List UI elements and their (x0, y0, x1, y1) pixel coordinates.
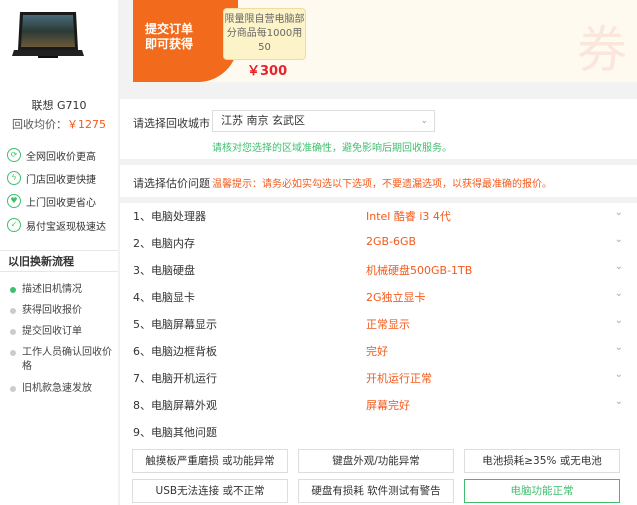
chevron-down-icon: ⌄ (614, 234, 623, 245)
question-row[interactable]: 1、电脑处理器 Intel 酷睿 i3 4代 ⌄ (133, 205, 623, 225)
option-touchpad[interactable]: 触摸板严重磨损 或功能异常 (132, 449, 288, 473)
option-normal[interactable]: 电脑功能正常 (464, 479, 620, 503)
question-row: 9、电脑其他问题 (133, 421, 623, 441)
process-step: 旧机款急速发放 (10, 382, 114, 396)
question-label: 3、电脑硬盘 (133, 264, 195, 277)
divider (120, 197, 637, 203)
laptop-image (12, 12, 84, 58)
banner-line2: 即可获得 (145, 37, 194, 51)
city-note: 请核对您选择的区域准确性，避免影响后期回收服务。 (212, 143, 452, 154)
banner-text: 提交订单 即可获得 (145, 22, 193, 52)
process-step: 描述旧机情况 (10, 283, 114, 297)
question-row[interactable]: 4、电脑显卡 2G独立显卡 ⌄ (133, 286, 623, 306)
step-dot (10, 287, 16, 293)
step-dot (10, 386, 16, 392)
check-icon: ✓ (7, 218, 21, 232)
city-label: 请选择回收城市 (133, 117, 210, 130)
question-label: 9、电脑其他问题 (133, 426, 217, 439)
feature-item: ϟ 门店回收更快捷 (7, 169, 96, 187)
process-step: 提交回收订单 (10, 325, 114, 339)
step-label: 获得回收报价 (22, 305, 82, 316)
step-label: 工作人员确认回收价格 (22, 347, 112, 372)
recycle-form: 请选择回收城市 江苏 南京 玄武区 ⌄ 请核对您选择的区域准确性，避免影响后期回… (120, 99, 637, 505)
sidebar: 联想 G710 回收均价：￥1275 ⟳ 全网回收价更高 ϟ 门店回收更快捷 ♥ 上门… (0, 0, 118, 505)
banner-line1: 提交订单 (145, 22, 194, 36)
question-row[interactable]: 3、电脑硬盘 机械硬盘500GB-1TB ⌄ (133, 259, 623, 279)
question-label: 2、电脑内存 (133, 237, 195, 250)
coupon-amount: ￥300 (247, 64, 288, 79)
option-keyboard[interactable]: 键盘外观/功能异常 (298, 449, 454, 473)
coupon-watermark: 券 (577, 21, 627, 79)
chevron-down-icon: ⌄ (420, 116, 428, 126)
chevron-down-icon: ⌄ (614, 261, 623, 272)
city-select[interactable]: 江苏 南京 玄武区 ⌄ (212, 110, 435, 132)
question-answer: 2G独立显卡 (366, 291, 426, 304)
coupon-card: 限量限自营电脑部分商品每1000用50 (223, 8, 306, 60)
question-row[interactable]: 8、电脑屏幕外观 屏幕完好 ⌄ (133, 394, 623, 414)
question-label: 8、电脑屏幕外观 (133, 399, 217, 412)
chevron-down-icon: ⌄ (614, 369, 623, 380)
question-label: 4、电脑显卡 (133, 291, 195, 304)
feature-label: 易付宝返现极速达 (26, 221, 106, 233)
question-answer: Intel 酷睿 i3 4代 (366, 210, 451, 223)
question-label: 1、电脑处理器 (133, 210, 206, 223)
product-price: 回收均价：￥1275 (0, 116, 118, 132)
step-label: 旧机款急速发放 (22, 383, 92, 394)
step-label: 描述旧机情况 (22, 284, 82, 295)
feature-label: 门店回收更快捷 (26, 174, 96, 186)
step-dot (10, 329, 16, 335)
process-step: 工作人员确认回收价格 (10, 346, 114, 374)
option-usb[interactable]: USB无法连接 或不正常 (132, 479, 288, 503)
question-label: 7、电脑开机运行 (133, 372, 217, 385)
process-step: 获得回收报价 (10, 304, 114, 318)
lightning-icon: ϟ (7, 171, 21, 185)
question-row[interactable]: 2、电脑内存 2GB-6GB ⌄ (133, 232, 623, 252)
refresh-icon: ⟳ (7, 148, 21, 162)
question-answer: 完好 (366, 345, 388, 358)
chevron-down-icon: ⌄ (614, 207, 623, 218)
feature-item: ✓ 易付宝返现极速达 (7, 216, 106, 234)
question-answer: 开机运行正常 (366, 372, 432, 385)
question-answer: 屏幕完好 (366, 399, 410, 412)
chevron-down-icon: ⌄ (614, 315, 623, 326)
process-title: 以旧换新流程 (0, 250, 118, 272)
question-label: 5、电脑屏幕显示 (133, 318, 217, 331)
step-label: 提交回收订单 (22, 326, 82, 337)
city-value: 江苏 南京 玄武区 (221, 114, 305, 127)
question-answer: 机械硬盘500GB-1TB (366, 264, 473, 277)
promo-banner[interactable]: 券 提交订单 即可获得 限量限自营电脑部分商品每1000用50 ￥300 (133, 0, 637, 82)
heart-icon: ♥ (7, 194, 21, 208)
question-label: 6、电脑边框背板 (133, 345, 217, 358)
price-label: 回收均价： (12, 118, 67, 131)
question-answer: 2GB-6GB (366, 235, 417, 248)
price-value: ￥1275 (67, 118, 106, 131)
estimate-tip: 温馨提示：请务必如实勾选以下选项，不要遗漏选项，以获得最准确的报价。 (212, 179, 552, 190)
option-harddisk[interactable]: 硬盘有损耗 软件测试有警告 (298, 479, 454, 503)
chevron-down-icon: ⌄ (614, 342, 623, 353)
feature-label: 全网回收价更高 (26, 151, 96, 163)
feature-item: ⟳ 全网回收价更高 (7, 146, 96, 164)
step-dot (10, 308, 16, 314)
chevron-down-icon: ⌄ (614, 288, 623, 299)
step-dot (10, 350, 16, 356)
feature-label: 上门回收更省心 (26, 197, 96, 209)
question-answer: 正常显示 (366, 318, 410, 331)
divider (120, 159, 637, 165)
feature-item: ♥ 上门回收更省心 (7, 192, 96, 210)
question-row[interactable]: 6、电脑边框背板 完好 ⌄ (133, 340, 623, 360)
question-row[interactable]: 5、电脑屏幕显示 正常显示 ⌄ (133, 313, 623, 333)
estimate-label: 请选择估价问题 (133, 177, 210, 190)
product-name: 联想 G710 (31, 99, 87, 112)
chevron-down-icon: ⌄ (614, 396, 623, 407)
option-battery[interactable]: 电池损耗≥35% 或无电池 (464, 449, 620, 473)
question-row[interactable]: 7、电脑开机运行 开机运行正常 ⌄ (133, 367, 623, 387)
